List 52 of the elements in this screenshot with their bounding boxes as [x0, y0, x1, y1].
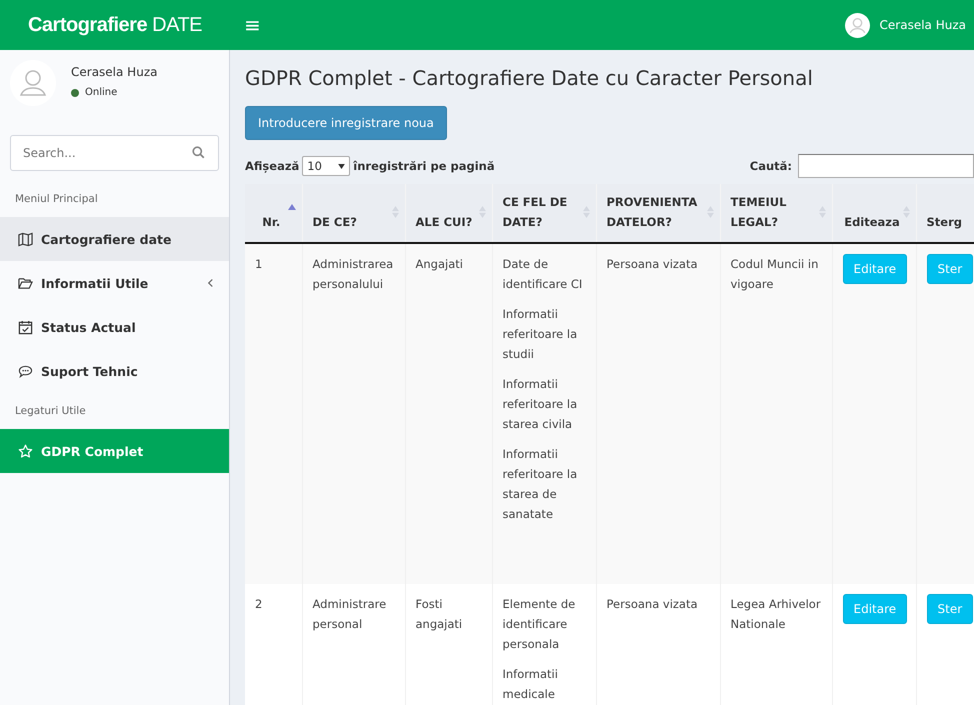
new-record-button[interactable]: Introducere inregistrare noua [245, 106, 447, 140]
table-cell: Legea Arhivelor Nationale [720, 584, 832, 705]
sidebar-menu-item[interactable]: Status Actual [0, 305, 229, 349]
calendar-check-icon [18, 320, 33, 334]
column-header[interactable]: Editeaza [832, 184, 916, 243]
table-cell-entry: Informatii referitoare la starea de sanatate [502, 446, 578, 523]
sort-ascending-icon [288, 204, 296, 210]
search-icon[interactable] [192, 146, 205, 159]
column-header[interactable]: Sterg [916, 184, 974, 243]
user-name: Cerasela Huza [71, 65, 158, 79]
dropdown-arrow-icon [338, 164, 346, 168]
table-cell: Codul Muncii in vigoare [720, 243, 832, 584]
column-header[interactable]: ALE CUI? [405, 184, 492, 243]
sidebar-menu-item[interactable]: Informatii Utile [0, 261, 229, 305]
length-label: Afișează [245, 159, 300, 173]
table-cell-entry: Informatii referitoare la studii [502, 306, 578, 363]
status-dot [71, 88, 79, 96]
table-cell: Persoana vizata [596, 584, 720, 705]
table-cell-entry: Informatii medicale [502, 666, 559, 703]
length-label: înregistrări pe pagină [353, 159, 495, 173]
menu-section-header: Meniul Principal [14, 192, 99, 207]
chevron-icon[interactable] [207, 278, 214, 288]
table-cell: Persoana vizata [596, 243, 720, 584]
star-icon [18, 444, 33, 458]
table-cell-entry: Informatii referitoare la starea civila [502, 376, 578, 433]
sidebar-menu-item[interactable]: Cartografiere date [0, 217, 229, 261]
page-length-dropdown[interactable]: 10 [302, 156, 350, 176]
table-cell: 1 [245, 243, 302, 584]
column-header[interactable]: TEMEIUL LEGAL? [720, 184, 832, 243]
column-header[interactable]: DE CE? [302, 184, 405, 243]
table-cell: Fosti angajati [405, 584, 492, 705]
menu-section-header: Legaturi Utile [14, 404, 87, 419]
map-icon [18, 232, 33, 246]
column-header[interactable]: PROVENIENTA DATELOR? [596, 184, 720, 243]
table-cell: Angajati [405, 243, 492, 584]
column-header[interactable]: Nr. [245, 184, 302, 243]
search-label: Caută: [750, 159, 792, 173]
table-cell: Administrare personal [302, 584, 405, 705]
table-cell-entry: Elemente de identificare personala [502, 596, 576, 653]
folder-icon [18, 276, 33, 290]
sidebar-menu-item[interactable]: Suport Tehnic [0, 349, 229, 393]
user-avatar-icon [10, 60, 56, 106]
table-cell: 2 [245, 584, 302, 705]
column-header[interactable]: CE FEL DE DATE? [492, 184, 596, 243]
search-field[interactable]: Search... [10, 135, 219, 171]
page-title: GDPR Complet - Cartografiere Date cu Caracter Personal [245, 66, 814, 90]
user-avatar-icon[interactable] [844, 12, 870, 38]
table-search-field[interactable] [798, 154, 974, 178]
table-cell-entry: Date de identificare CI [502, 256, 584, 293]
status-text: Online [85, 87, 118, 98]
speech-bubble-icon [18, 364, 33, 378]
table-cell: Administrarea personalului [302, 243, 405, 584]
